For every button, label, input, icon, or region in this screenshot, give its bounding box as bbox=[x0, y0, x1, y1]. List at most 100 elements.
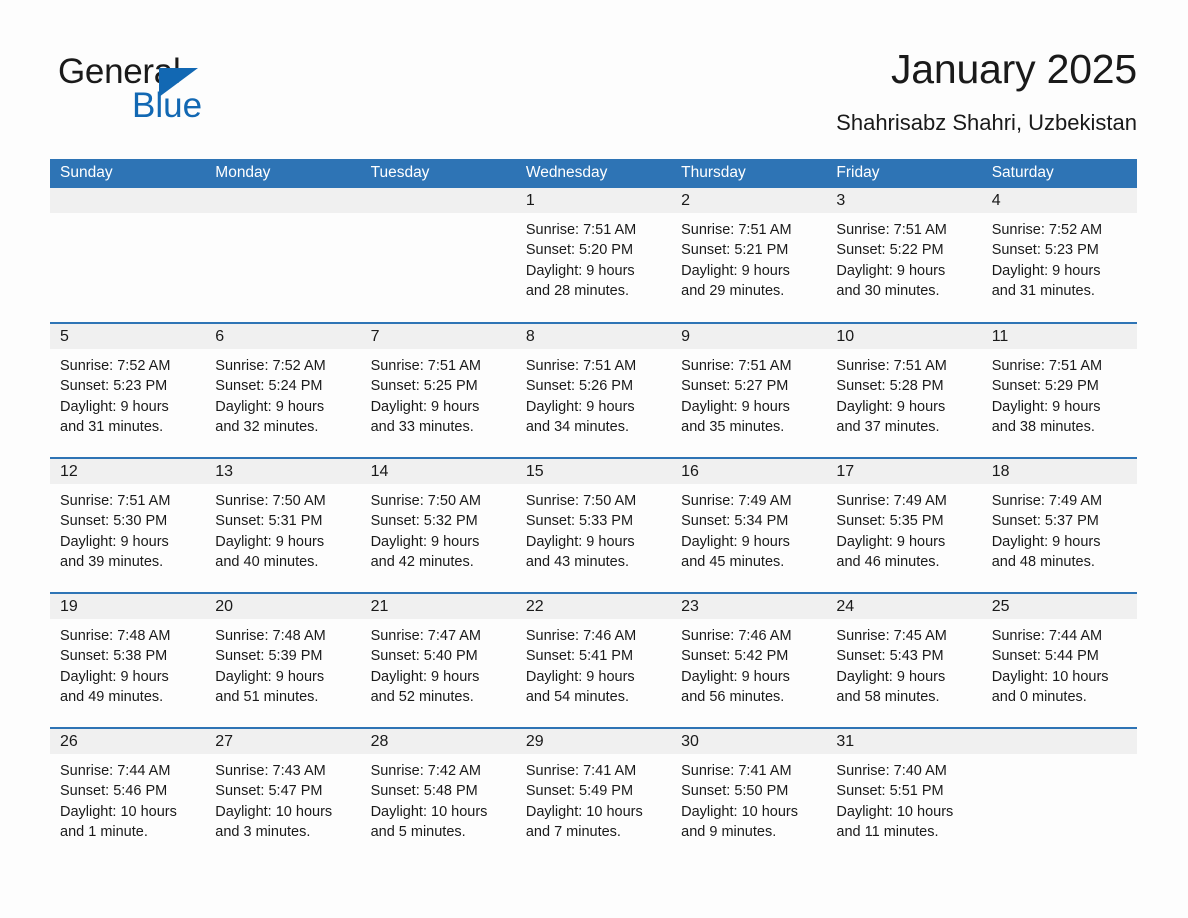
day-cell: 29 Sunrise: 7:41 AM Sunset: 5:49 PM Dayligh… bbox=[515, 729, 672, 863]
day-cell: 10 Sunrise: 7:51 AM Sunset: 5:28 PM Dayligh… bbox=[826, 324, 982, 457]
day-details: Sunrise: 7:51 AM Sunset: 5:29 PM Daylight:… bbox=[982, 349, 1137, 437]
calendar-cell[interactable]: 3 Sunrise: 7:51 AM Sunset: 5:22 PM Daylight… bbox=[826, 188, 982, 323]
calendar-cell[interactable]: 13 Sunrise: 7:50 AM Sunset: 5:31 PM Dayligh… bbox=[205, 457, 361, 593]
day-detail-daylight1: Daylight: 10 hours bbox=[370, 803, 488, 820]
day-details: Sunrise: 7:46 AM Sunset: 5:42 PM Daylight:… bbox=[671, 619, 826, 707]
calendar-cell[interactable]: 2 Sunrise: 7:51 AM Sunset: 5:21 PM Daylight… bbox=[671, 188, 827, 323]
day-detail-sunrise: Sunrise: 7:42 AM bbox=[370, 763, 481, 779]
calendar-cell[interactable] bbox=[360, 188, 516, 323]
day-cell-empty bbox=[360, 188, 516, 322]
calendar-cell[interactable]: 15 Sunrise: 7:50 AM Sunset: 5:33 PM Dayligh… bbox=[515, 457, 672, 593]
calendar-cell[interactable]: 1 Sunrise: 7:51 AM Sunset: 5:20 PM Daylight… bbox=[515, 188, 672, 323]
day-detail-daylight2: and 54 minutes. bbox=[525, 688, 630, 705]
day-detail-daylight2: and 32 minutes. bbox=[215, 418, 319, 435]
day-cell: 30 Sunrise: 7:41 AM Sunset: 5:50 PM Dayligh… bbox=[671, 729, 827, 863]
calendar-cell[interactable]: 10 Sunrise: 7:51 AM Sunset: 5:28 PM Dayligh… bbox=[826, 322, 982, 458]
day-number: 14 bbox=[360, 459, 516, 484]
day-detail-sunset: Sunset: 5:20 PM bbox=[525, 242, 634, 259]
day-detail-daylight1: Daylight: 9 hours bbox=[991, 398, 1101, 415]
day-details: Sunrise: 7:51 AM Sunset: 5:25 PM Daylight:… bbox=[361, 349, 516, 437]
calendar-cell[interactable]: 9 Sunrise: 7:51 AM Sunset: 5:27 PM Daylight… bbox=[671, 322, 827, 458]
day-detail-sunset: Sunset: 5:39 PM bbox=[215, 648, 323, 665]
day-detail-sunrise: Sunrise: 7:47 AM bbox=[370, 628, 481, 644]
day-detail-daylight2: and 30 minutes. bbox=[836, 282, 940, 299]
logo-word-blue: Blue bbox=[132, 86, 203, 125]
calendar-cell[interactable]: 11 Sunrise: 7:51 AM Sunset: 5:29 PM Dayligh… bbox=[981, 322, 1137, 458]
calendar-cell[interactable] bbox=[50, 188, 206, 323]
calendar-cell[interactable]: 26 Sunrise: 7:44 AM Sunset: 5:46 PM Dayligh… bbox=[50, 727, 206, 863]
day-detail-sunrise: Sunrise: 7:40 AM bbox=[836, 763, 947, 779]
day-detail-sunset: Sunset: 5:32 PM bbox=[370, 513, 478, 530]
calendar-cell[interactable]: 14 Sunrise: 7:50 AM Sunset: 5:32 PM Dayligh… bbox=[360, 457, 516, 593]
calendar-cell[interactable]: 30 Sunrise: 7:41 AM Sunset: 5:50 PM Dayligh… bbox=[671, 727, 827, 863]
calendar-cell[interactable]: 5 Sunrise: 7:52 AM Sunset: 5:23 PM Daylight… bbox=[50, 322, 206, 458]
day-detail-sunrise: Sunrise: 7:44 AM bbox=[60, 763, 171, 779]
day-detail-daylight2: and 5 minutes. bbox=[370, 823, 466, 840]
day-details: Sunrise: 7:49 AM Sunset: 5:37 PM Daylight:… bbox=[982, 484, 1137, 572]
calendar-cell[interactable]: 31 Sunrise: 7:40 AM Sunset: 5:51 PM Dayligh… bbox=[826, 727, 982, 863]
calendar-cell[interactable]: 8 Sunrise: 7:51 AM Sunset: 5:26 PM Daylight… bbox=[515, 322, 672, 458]
day-detail-sunset: Sunset: 5:48 PM bbox=[370, 783, 478, 800]
day-number: 19 bbox=[50, 594, 206, 619]
day-detail-daylight2: and 1 minute. bbox=[60, 823, 148, 840]
weekday-header-tuesday: Tuesday bbox=[360, 159, 516, 188]
calendar-cell[interactable]: 6 Sunrise: 7:52 AM Sunset: 5:24 PM Daylight… bbox=[205, 322, 361, 458]
calendar-cell[interactable]: 21 Sunrise: 7:47 AM Sunset: 5:40 PM Dayligh… bbox=[360, 592, 516, 728]
day-cell: 2 Sunrise: 7:51 AM Sunset: 5:21 PM Daylight… bbox=[671, 188, 827, 322]
day-detail-sunset: Sunset: 5:23 PM bbox=[60, 378, 168, 395]
day-details bbox=[361, 213, 516, 220]
day-number: 16 bbox=[671, 459, 827, 484]
day-number: 18 bbox=[981, 459, 1137, 484]
calendar-cell[interactable]: 27 Sunrise: 7:43 AM Sunset: 5:47 PM Dayligh… bbox=[205, 727, 361, 863]
calendar-cell[interactable]: 22 Sunrise: 7:46 AM Sunset: 5:41 PM Dayligh… bbox=[515, 592, 672, 728]
day-detail-sunset: Sunset: 5:35 PM bbox=[836, 513, 944, 530]
day-detail-daylight2: and 35 minutes. bbox=[681, 418, 785, 435]
day-detail-daylight1: Daylight: 9 hours bbox=[215, 668, 325, 685]
calendar-cell[interactable] bbox=[205, 188, 361, 323]
calendar-cell[interactable]: 16 Sunrise: 7:49 AM Sunset: 5:34 PM Dayligh… bbox=[671, 457, 827, 593]
day-number: 12 bbox=[50, 459, 206, 484]
calendar-cell[interactable]: 23 Sunrise: 7:46 AM Sunset: 5:42 PM Dayligh… bbox=[671, 592, 827, 728]
day-detail-daylight1: Daylight: 9 hours bbox=[836, 262, 946, 279]
day-cell: 12 Sunrise: 7:51 AM Sunset: 5:30 PM Dayligh… bbox=[50, 459, 206, 592]
day-number: 23 bbox=[671, 594, 827, 619]
day-detail-daylight2: and 31 minutes. bbox=[991, 282, 1095, 299]
day-detail-sunrise: Sunrise: 7:51 AM bbox=[525, 358, 637, 374]
page-subtitle: Shahrisabz Shahri, Uzbekistan bbox=[836, 110, 1137, 135]
day-cell: 14 Sunrise: 7:50 AM Sunset: 5:32 PM Dayligh… bbox=[360, 459, 516, 592]
day-details: Sunrise: 7:40 AM Sunset: 5:51 PM Daylight:… bbox=[826, 754, 981, 842]
day-detail-daylight2: and 37 minutes. bbox=[836, 418, 940, 435]
calendar-cell[interactable]: 20 Sunrise: 7:48 AM Sunset: 5:39 PM Dayligh… bbox=[205, 592, 361, 728]
day-detail-sunrise: Sunrise: 7:51 AM bbox=[681, 222, 792, 238]
day-detail-sunset: Sunset: 5:46 PM bbox=[60, 783, 168, 800]
calendar-cell[interactable]: 24 Sunrise: 7:45 AM Sunset: 5:43 PM Dayligh… bbox=[826, 592, 982, 728]
day-detail-daylight2: and 9 minutes. bbox=[681, 823, 777, 840]
day-cell: 16 Sunrise: 7:49 AM Sunset: 5:34 PM Dayligh… bbox=[671, 459, 827, 592]
calendar-cell[interactable] bbox=[981, 727, 1137, 863]
calendar-cell[interactable]: 28 Sunrise: 7:42 AM Sunset: 5:48 PM Dayligh… bbox=[360, 727, 516, 863]
day-details: Sunrise: 7:52 AM Sunset: 5:24 PM Daylight:… bbox=[205, 349, 360, 437]
day-number: 5 bbox=[50, 324, 206, 349]
day-details: Sunrise: 7:49 AM Sunset: 5:35 PM Daylight:… bbox=[826, 484, 981, 572]
day-detail-daylight1: Daylight: 9 hours bbox=[370, 398, 480, 415]
day-cell: 17 Sunrise: 7:49 AM Sunset: 5:35 PM Dayligh… bbox=[826, 459, 982, 592]
calendar-cell[interactable]: 25 Sunrise: 7:44 AM Sunset: 5:44 PM Dayligh… bbox=[981, 592, 1137, 728]
calendar-cell[interactable]: 29 Sunrise: 7:41 AM Sunset: 5:49 PM Dayligh… bbox=[515, 727, 672, 863]
calendar-table: Sunday Monday Tuesday Wednesday Thursday… bbox=[50, 159, 1137, 863]
day-cell: 24 Sunrise: 7:45 AM Sunset: 5:43 PM Dayligh… bbox=[826, 594, 982, 727]
day-detail-sunrise: Sunrise: 7:46 AM bbox=[681, 628, 792, 644]
day-cell: 26 Sunrise: 7:44 AM Sunset: 5:46 PM Dayligh… bbox=[50, 729, 206, 863]
calendar-cell[interactable]: 18 Sunrise: 7:49 AM Sunset: 5:37 PM Dayligh… bbox=[981, 457, 1137, 593]
calendar-cell[interactable]: 19 Sunrise: 7:48 AM Sunset: 5:38 PM Dayligh… bbox=[50, 592, 206, 728]
day-number: 9 bbox=[671, 324, 827, 349]
day-cell-empty bbox=[981, 729, 1137, 863]
day-detail-sunset: Sunset: 5:43 PM bbox=[836, 648, 944, 665]
calendar-cell[interactable]: 17 Sunrise: 7:49 AM Sunset: 5:35 PM Dayligh… bbox=[826, 457, 982, 593]
calendar-cell[interactable]: 12 Sunrise: 7:51 AM Sunset: 5:30 PM Dayligh… bbox=[50, 457, 206, 593]
day-cell: 15 Sunrise: 7:50 AM Sunset: 5:33 PM Dayligh… bbox=[515, 459, 672, 592]
day-details: Sunrise: 7:50 AM Sunset: 5:32 PM Daylight:… bbox=[361, 484, 516, 572]
general-blue-logo[interactable]: General Blue bbox=[58, 54, 298, 134]
calendar-cell[interactable]: 4 Sunrise: 7:52 AM Sunset: 5:23 PM Daylight… bbox=[981, 188, 1137, 323]
day-details: Sunrise: 7:51 AM Sunset: 5:27 PM Daylight:… bbox=[671, 349, 826, 437]
calendar-cell[interactable]: 7 Sunrise: 7:51 AM Sunset: 5:25 PM Daylight… bbox=[360, 322, 516, 458]
